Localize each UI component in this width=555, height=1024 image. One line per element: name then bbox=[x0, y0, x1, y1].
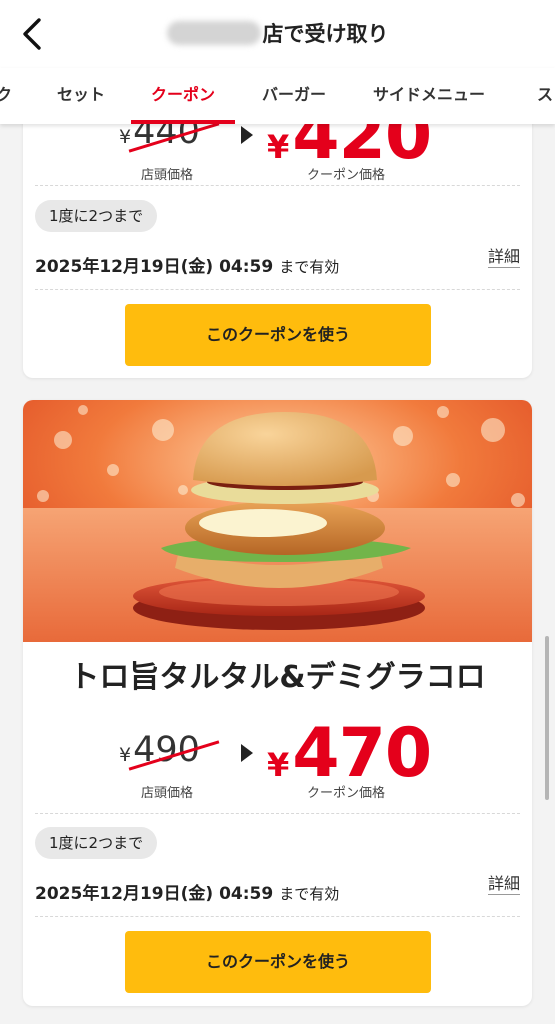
divider bbox=[35, 289, 520, 290]
divider bbox=[35, 813, 520, 814]
detail-link[interactable]: 詳細 bbox=[487, 247, 520, 268]
coupon-price: ¥470 bbox=[267, 714, 432, 793]
coupon-price-label: クーポン価格 bbox=[307, 168, 386, 183]
product-name: トロ旨タルタル&デミグラコロ bbox=[69, 660, 486, 695]
use-coupon-button[interactable]: このクーポンを使う bbox=[125, 304, 431, 366]
arrow-right-icon bbox=[241, 126, 253, 144]
coupon-card: トロ旨タルタル&デミグラコロ ¥490 ¥470 店頭価格 クーポン価格 1度に… bbox=[23, 400, 532, 1006]
store-name-redacted bbox=[166, 21, 261, 45]
page-title-text: 店で受け取り bbox=[262, 22, 389, 46]
app-header: 店で受け取り bbox=[0, 0, 555, 68]
coupon-price-label: クーポン価格 bbox=[307, 786, 386, 801]
expiry-text: 2025年12月19日(金) 04:59 まで有効 bbox=[35, 884, 340, 904]
category-tabs: ク セット クーポン バーガー サイドメニュー ス bbox=[0, 68, 555, 124]
store-price-label: 店頭価格 bbox=[141, 786, 194, 801]
tab-partial-left[interactable]: ク bbox=[0, 68, 12, 124]
divider bbox=[35, 916, 520, 917]
tab-side-menu[interactable]: サイドメニュー bbox=[373, 68, 485, 124]
price-row: ¥490 ¥470 店頭価格 クーポン価格 bbox=[23, 720, 532, 810]
limit-badge: 1度に2つまで bbox=[35, 200, 158, 232]
store-price-label: 店頭価格 bbox=[141, 168, 194, 183]
use-coupon-button[interactable]: このクーポンを使う bbox=[125, 931, 431, 993]
product-image[interactable] bbox=[23, 400, 532, 642]
scrollbar[interactable] bbox=[545, 636, 549, 800]
limit-badge: 1度に2つまで bbox=[35, 827, 158, 859]
arrow-right-icon bbox=[241, 744, 253, 762]
page-title: 店で受け取り bbox=[0, 18, 555, 48]
tab-set[interactable]: セット bbox=[57, 68, 105, 124]
price-row: ¥440 ¥420 店頭価格 クーポン価格 bbox=[23, 102, 532, 192]
tab-coupon[interactable]: クーポン bbox=[130, 68, 236, 124]
divider bbox=[35, 185, 520, 186]
tab-partial-right[interactable]: ス bbox=[537, 68, 553, 124]
expiry-text: 2025年12月19日(金) 04:59 まで有効 bbox=[35, 257, 340, 277]
tab-burger[interactable]: バーガー bbox=[262, 68, 326, 124]
detail-link[interactable]: 詳細 bbox=[487, 874, 520, 895]
